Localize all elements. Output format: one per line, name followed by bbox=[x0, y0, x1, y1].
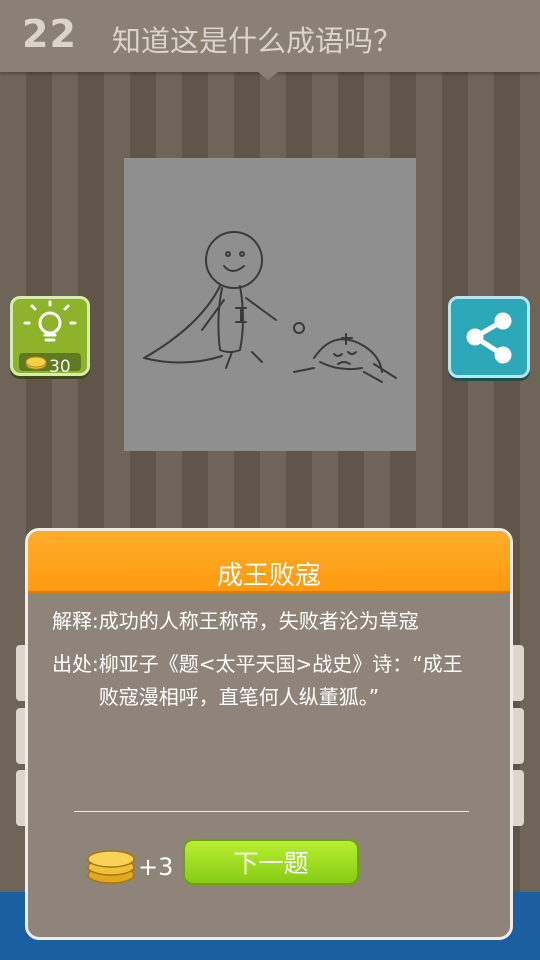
next-question-button[interactable]: 下一题 bbox=[183, 839, 359, 885]
top-bar: 22 知道这是什么成语吗？ bbox=[0, 0, 540, 80]
share-icon bbox=[466, 312, 512, 364]
question-text: 知道这是什么成语吗？ bbox=[112, 24, 403, 58]
hint-cost-value: 30 bbox=[49, 357, 71, 377]
coin-stack-icon bbox=[87, 850, 135, 884]
puzzle-picture bbox=[124, 158, 416, 451]
source-text: 柳亚子《题<太平天国>战史》诗：“成王败寇漫相呼，直笔何人纵董狐。” bbox=[98, 652, 463, 709]
hint-button[interactable]: 30 bbox=[10, 296, 90, 377]
dialog-body: 解释: 成功的人称王称帝，失败者沦为草寇 出处: 柳亚子《题<太平天国>战史》诗… bbox=[52, 605, 482, 714]
puzzle-drawing bbox=[143, 231, 397, 383]
explanation-row: 解释: 成功的人称王称帝，失败者沦为草寇 bbox=[52, 605, 482, 638]
explanation-label: 解释: bbox=[52, 609, 99, 633]
lightbulb-icon bbox=[23, 300, 77, 342]
dialog-header: 成王败寇 bbox=[28, 531, 510, 593]
dialog-title: 成王败寇 bbox=[216, 561, 321, 591]
explanation-text: 成功的人称王称帝，失败者沦为草寇 bbox=[98, 609, 419, 633]
source-row: 出处: 柳亚子《题<太平天国>战史》诗：“成王败寇漫相呼，直笔何人纵董狐。” bbox=[52, 648, 482, 714]
share-button[interactable] bbox=[448, 296, 530, 378]
reward-amount: +3 bbox=[138, 853, 174, 881]
coin-icon bbox=[25, 356, 47, 370]
source-label: 出处: bbox=[52, 652, 99, 676]
answer-dialog: 成王败寇 解释: 成功的人称王称帝，失败者沦为草寇 出处: 柳亚子《题<太平天国… bbox=[25, 528, 513, 940]
divider bbox=[74, 811, 469, 812]
level-number: 22 bbox=[22, 12, 77, 56]
